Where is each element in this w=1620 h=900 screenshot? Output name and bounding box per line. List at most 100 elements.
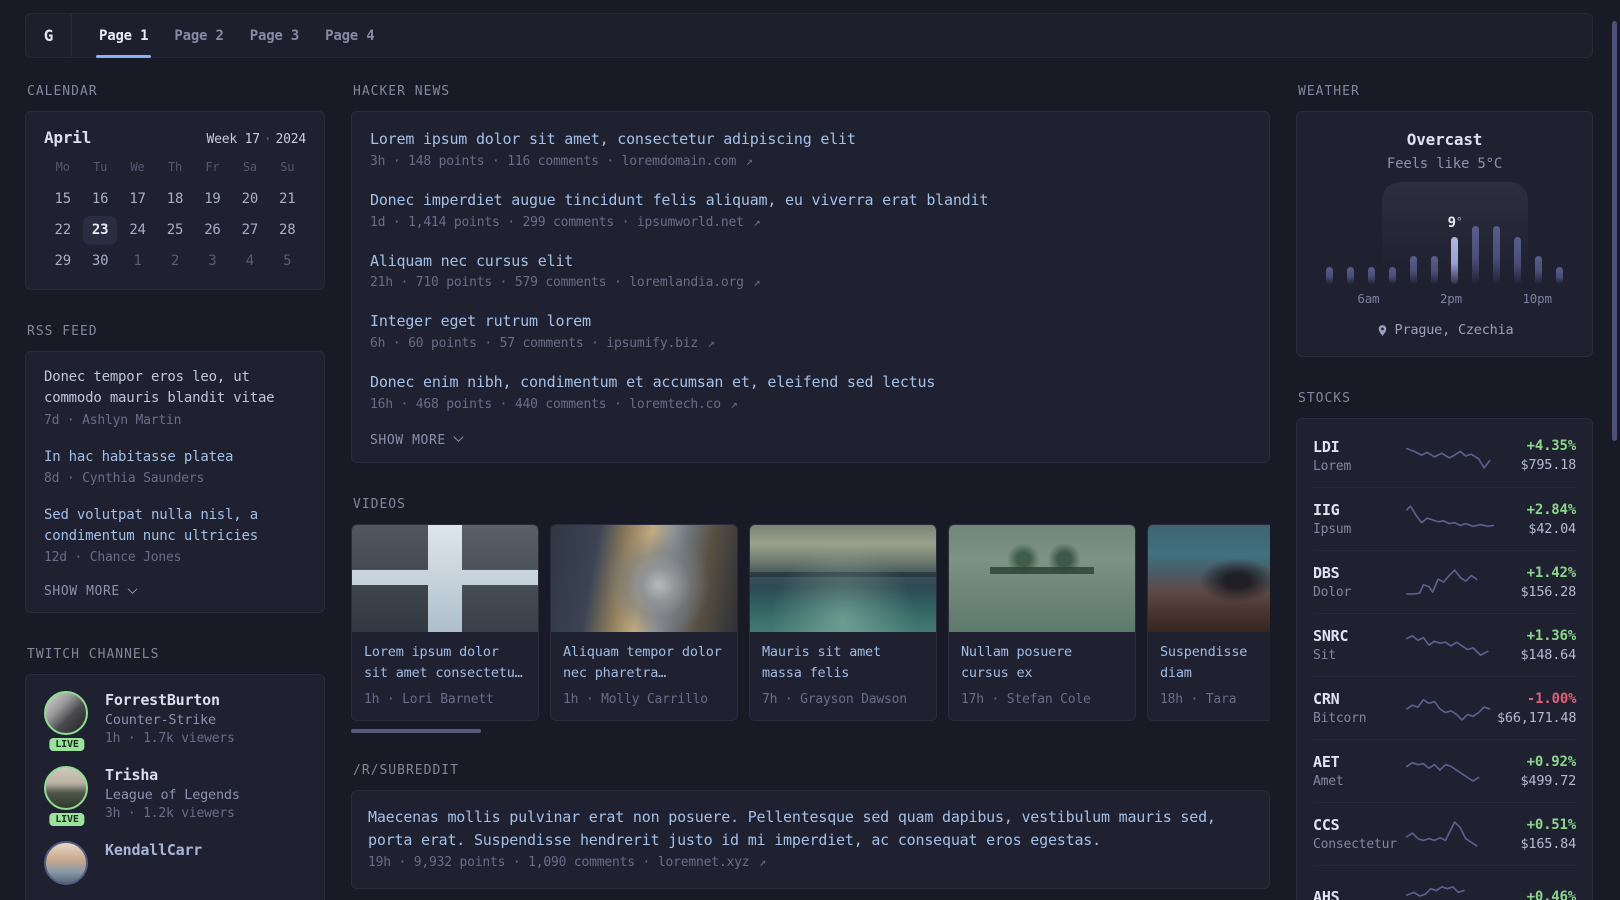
video-title-line: Aliquam tempor dolor [563, 643, 722, 660]
separator-dot: · [263, 132, 272, 147]
tab-page-4[interactable]: Page 4 [312, 14, 387, 57]
stock-row-aet[interactable]: AET Amet +0.92% $499.72 [1313, 739, 1576, 802]
section-label-videos: VIDEOS [353, 496, 406, 512]
video-card[interactable]: Mauris sit amet massa felis 7h · Grayson D… [749, 523, 937, 721]
stocks-widget: LDI Lorem +4.35% $795.18 IIG Ipsum +2.84% $42.0… [1296, 418, 1593, 900]
stock-values: +1.36% $148.64 [1521, 628, 1577, 663]
weather-bar-slot [1528, 256, 1549, 284]
stock-price: $499.72 [1520, 772, 1577, 789]
calendar-day-2: 2 [170, 253, 180, 269]
hacker-news-item: Lorem ipsum dolor sit amet, consectetur … [370, 129, 1251, 169]
video-thumbnail-figure-in-field [1148, 524, 1270, 632]
hacker-news-item-title[interactable]: Lorem ipsum dolor sit amet, consectetur … [370, 129, 1251, 151]
videos-scroll-indicator[interactable] [351, 728, 481, 733]
stock-sparkline [1406, 505, 1495, 528]
stock-values: +1.42% $156.28 [1521, 565, 1577, 600]
weather-hourly-chart: 9° [1319, 182, 1570, 284]
stock-row-ccs[interactable]: CCS Consectetur +0.51% $165.84 [1313, 802, 1576, 865]
video-meta: 7h · Grayson Dawson [762, 691, 907, 707]
twitch-channel-viewers: 3h · 1.2k viewers [105, 806, 235, 822]
calendar-day-29: 29 [54, 253, 71, 269]
weather-bar [1514, 237, 1522, 284]
twitch-channel-row[interactable]: LIVE Trisha League of Legends 3h · 1.2k vie… [44, 766, 306, 829]
app-logo[interactable]: G [26, 14, 72, 57]
rss-item-title[interactable]: Sed volutpat nulla nisl, a condimentum n… [44, 505, 306, 548]
twitch-channel-info: Trisha League of Legends 3h · 1.2k viewers [105, 766, 240, 821]
hacker-news-item-meta: 3h · 148 points · 116 comments · loremdo… [370, 153, 753, 169]
calendar-day-5: 5 [283, 253, 292, 269]
calendar-week: Week 17 [206, 132, 260, 147]
weather-bar [1367, 267, 1375, 284]
stock-values: +2.84% $42.04 [1527, 502, 1577, 537]
video-thumbnail-canoe-fog-lake [949, 524, 1135, 632]
tab-page-2[interactable]: Page 2 [161, 14, 236, 57]
rss-item-title[interactable]: Donec tempor eros leo, ut commodo mauris… [44, 367, 306, 410]
video-card[interactable]: Aliquam tempor dolor nec pharetra… 1h · Mo… [550, 523, 738, 721]
live-badge: LIVE [47, 736, 87, 754]
calendar-day-18: 18 [166, 191, 184, 207]
video-card[interactable]: Lorem ipsum dolor sit amet consectetu… 1h … [351, 523, 539, 721]
rss-item-meta: 7d · Ashlyn Martin [44, 412, 182, 428]
video-meta: 1h · Lori Barnett [364, 691, 494, 707]
subreddit-post-title[interactable]: Maecenas mollis pulvinar erat non posuer… [368, 806, 1253, 853]
external-link-icon: ↗ [730, 396, 738, 411]
weather-bar-slot [1403, 256, 1424, 284]
weather-bar [1430, 256, 1438, 284]
calendar-day-20: 20 [241, 191, 259, 207]
stock-row-snrc[interactable]: SNRC Sit +1.36% $148.64 [1313, 613, 1576, 676]
hacker-news-item-title[interactable]: Aliquam nec cursus elit [370, 251, 1251, 273]
twitch-widget: LIVE ForrestBurton Counter-Strike 1h · 1.7k… [25, 674, 325, 900]
twitch-channel-name[interactable]: KendallCarr [105, 841, 202, 859]
twitch-channel-name[interactable]: Trisha [105, 766, 240, 784]
rss-item-title[interactable]: In hac habitasse platea [44, 447, 306, 468]
video-thumbnail-boat-wake-sea [750, 524, 936, 632]
weather-bar-slot [1507, 237, 1528, 284]
weather-bar-slot [1340, 267, 1361, 284]
rss-show-more-button[interactable]: SHOW MORE [44, 583, 306, 599]
weather-bar-slot [1465, 226, 1486, 284]
subreddit-post: Maecenas mollis pulvinar erat non posuer… [368, 806, 1253, 871]
stock-row-iig[interactable]: IIG Ipsum +2.84% $42.04 [1313, 487, 1576, 550]
stock-row-ahs[interactable]: AHS +0.46% [1313, 865, 1576, 900]
hacker-news-widget: Lorem ipsum dolor sit amet, consectetur … [351, 111, 1270, 463]
tab-page-1[interactable]: Page 1 [86, 14, 161, 58]
video-title-line: Suspendisse [1160, 643, 1248, 660]
hacker-news-item-title[interactable]: Donec imperdiet augue tincidunt felis al… [370, 190, 1251, 212]
calendar-day-25: 25 [166, 222, 184, 238]
videos-carousel: Lorem ipsum dolor sit amet consectetu… 1h … [351, 523, 1270, 721]
location-pin-icon [1378, 324, 1386, 336]
stock-name: Dolor [1313, 585, 1352, 600]
video-card[interactable]: Nullam posuere cursus ex 17h · Stefan Cole [948, 523, 1136, 721]
stock-row-crn[interactable]: CRN Bitcorn -1.00% $66,171.48 [1313, 676, 1576, 739]
stock-symbol: IIG [1313, 501, 1340, 519]
stock-row-ldi[interactable]: LDI Lorem +4.35% $795.18 [1313, 424, 1576, 487]
hacker-news-item-title[interactable]: Integer eget rutrum lorem [370, 311, 1251, 333]
twitch-channel-row[interactable]: LIVE ForrestBurton Counter-Strike 1h · 1.7k… [44, 691, 306, 754]
weather-bar [1535, 256, 1543, 284]
stock-symbol: SNRC [1313, 627, 1349, 645]
hacker-news-item-title[interactable]: Donec enim nibh, condimentum et accumsan… [370, 372, 1251, 394]
twitch-avatar-wrap [44, 841, 90, 886]
stock-symbol: LDI [1313, 437, 1340, 456]
hn-show-more-button[interactable]: SHOW MORE [370, 432, 1251, 448]
stock-symbol: DBS [1313, 564, 1340, 582]
weather-bars: 9° [1319, 186, 1570, 284]
stock-row-dbs[interactable]: DBS Dolor +1.42% $156.28 [1313, 550, 1576, 613]
stock-symbol: AET [1313, 753, 1340, 771]
weather-bar [1493, 226, 1501, 284]
stock-info: AHS [1313, 888, 1405, 900]
stock-sparkline [1406, 569, 1478, 595]
avatar [44, 691, 88, 736]
twitch-channel-name[interactable]: ForrestBurton [105, 691, 235, 709]
page-scrollbar[interactable] [1612, 21, 1617, 441]
stock-price: $795.18 [1520, 457, 1577, 473]
video-card[interactable]: Suspendisse diam 18h · Tara [1147, 523, 1270, 721]
hacker-news-item: Donec imperdiet augue tincidunt felis al… [370, 190, 1251, 230]
stock-symbol: CRN [1313, 690, 1340, 708]
tab-page-3[interactable]: Page 3 [237, 14, 312, 57]
calendar-month: April [44, 128, 92, 147]
twitch-channel-row[interactable]: KendallCarr [44, 841, 306, 886]
stock-name: Ipsum [1313, 522, 1352, 537]
weather-current-temp: 9° [1447, 215, 1463, 231]
twitch-channel-viewers: 1h · 1.7k viewers [105, 731, 235, 747]
